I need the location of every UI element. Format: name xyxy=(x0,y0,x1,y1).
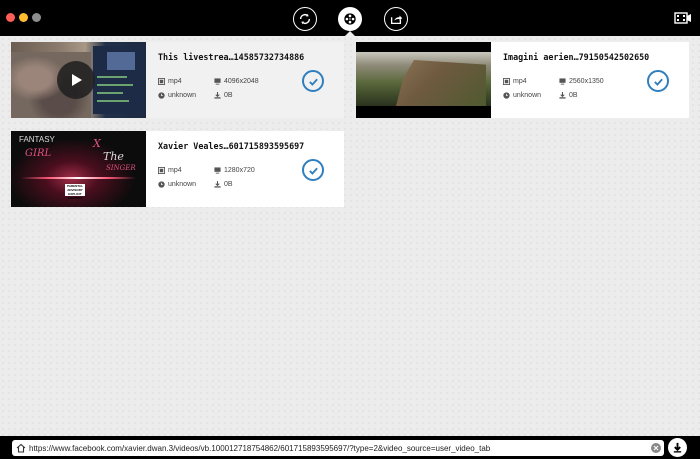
url-bar xyxy=(0,436,700,459)
share-icon xyxy=(390,15,403,25)
film-icon xyxy=(503,78,510,85)
checkmark-icon xyxy=(308,78,318,86)
download-icon xyxy=(673,442,682,453)
videos-tab-button[interactable] xyxy=(338,7,362,31)
video-info: This livestrea…14585732734886 mp4 4096x2… xyxy=(146,42,344,118)
video-resolution: 1280x720 xyxy=(214,167,255,174)
film-reel-icon xyxy=(344,13,356,25)
film-menu-icon[interactable] xyxy=(674,10,692,26)
video-title: Xavier Veales…601715893595697 xyxy=(158,141,305,151)
video-resolution: 4096x2048 xyxy=(214,78,259,85)
video-thumbnail[interactable]: FANTASY GIRL X The SINGER PARENTAL ADVIS… xyxy=(11,131,146,207)
clock-icon xyxy=(503,92,510,99)
download-small-icon xyxy=(214,181,221,188)
clear-url-button[interactable] xyxy=(651,443,661,453)
download-small-icon xyxy=(214,92,221,99)
thumbnail-text: FANTASY xyxy=(19,135,55,144)
video-duration: unknown xyxy=(503,92,541,99)
video-format: mp4 xyxy=(158,78,182,85)
refresh-icon xyxy=(299,13,311,25)
clock-icon xyxy=(158,181,165,188)
video-size: 0B xyxy=(214,92,233,99)
video-info: Xavier Veales…601715893595697 mp4 1280x7… xyxy=(146,131,344,207)
monitor-icon xyxy=(214,78,221,85)
checkmark-icon xyxy=(653,78,663,86)
thumbnail-text: SINGER xyxy=(106,164,136,172)
film-icon xyxy=(158,78,165,85)
close-window-button[interactable] xyxy=(6,13,15,22)
thumbnail-flare xyxy=(21,177,136,179)
thumbnail-text: X xyxy=(93,137,101,150)
select-checkbox[interactable] xyxy=(302,159,324,181)
close-icon xyxy=(653,445,659,451)
video-format: mp4 xyxy=(503,78,527,85)
share-button[interactable] xyxy=(384,7,408,31)
monitor-icon xyxy=(214,167,221,174)
refresh-button[interactable] xyxy=(293,7,317,31)
video-thumbnail[interactable] xyxy=(11,42,146,118)
video-duration: unknown xyxy=(158,92,196,99)
monitor-icon xyxy=(559,78,566,85)
video-resolution: 2560x1350 xyxy=(559,78,604,85)
video-thumbnail[interactable] xyxy=(356,42,491,118)
video-title: This livestrea…14585732734886 xyxy=(158,52,305,62)
minimize-window-button[interactable] xyxy=(19,13,28,22)
video-size: 0B xyxy=(214,181,233,188)
zoom-window-button[interactable] xyxy=(32,13,41,22)
video-title: Imagini aerien…79150542502650 xyxy=(503,52,650,62)
parental-advisory-label: PARENTAL ADVISORY EXPLICIT CONTENT xyxy=(65,184,85,200)
select-checkbox[interactable] xyxy=(647,70,669,92)
video-card[interactable]: FANTASY GIRL X The SINGER PARENTAL ADVIS… xyxy=(11,131,344,207)
video-list: This livestrea…14585732734886 mp4 4096x2… xyxy=(0,36,700,436)
home-icon[interactable] xyxy=(16,443,26,453)
clock-icon xyxy=(158,92,165,99)
video-info: Imagini aerien…79150542502650 mp4 2560x1… xyxy=(491,42,689,118)
play-icon xyxy=(72,74,82,86)
select-checkbox[interactable] xyxy=(302,70,324,92)
video-format: mp4 xyxy=(158,167,182,174)
url-field-container[interactable] xyxy=(12,440,664,456)
video-duration: unknown xyxy=(158,181,196,188)
video-size: 0B xyxy=(559,92,578,99)
title-bar xyxy=(0,0,700,36)
url-input[interactable] xyxy=(29,443,651,453)
thumbnail-screen xyxy=(93,46,145,114)
video-card[interactable]: This livestrea…14585732734886 mp4 4096x2… xyxy=(11,42,344,118)
download-button[interactable] xyxy=(668,438,687,457)
download-small-icon xyxy=(559,92,566,99)
play-button[interactable] xyxy=(57,61,95,99)
thumbnail-text: The xyxy=(103,150,124,163)
checkmark-icon xyxy=(308,167,318,175)
thumbnail-text: GIRL xyxy=(25,148,52,159)
film-icon xyxy=(158,167,165,174)
video-card[interactable]: Imagini aerien…79150542502650 mp4 2560x1… xyxy=(356,42,689,118)
